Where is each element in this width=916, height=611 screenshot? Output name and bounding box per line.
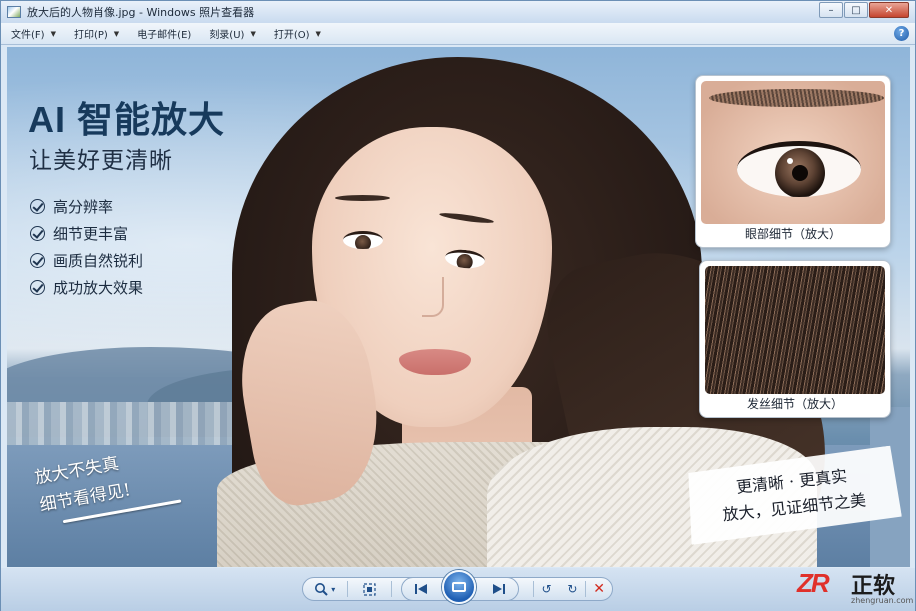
check-circle-icon — [30, 280, 45, 295]
zoom-eyebrow — [709, 89, 884, 107]
rotate-counterclockwise-button[interactable]: ↺ — [534, 578, 560, 600]
eye-detail-image — [701, 81, 885, 224]
hair-detail-caption: 发丝细节（放大） — [746, 397, 843, 411]
maximize-button[interactable]: □ — [844, 2, 868, 18]
next-icon — [493, 584, 505, 594]
menu-email-label: 电子邮件(E) — [137, 30, 192, 41]
actual-size-button[interactable] — [348, 578, 392, 600]
menu-print-label: 打印(P) — [73, 30, 108, 41]
menu-bar: 文件(F) ▼ 打印(P) ▼ 电子邮件(E) 刻录(U) ▼ 打开(O) ▼ … — [1, 23, 915, 45]
slideshow-icon — [452, 582, 466, 592]
poster-subheadline: 让美好更清晰 — [29, 148, 173, 174]
hair-detail-card: 发丝细节（放大） — [699, 260, 891, 418]
feature-label: 细节更丰富 — [53, 225, 129, 243]
zoom-eye — [737, 141, 861, 197]
eye-detail-card: 眼部细节（放大） — [695, 75, 891, 248]
feature-list: 高分辨率 细节更丰富 画质自然锐利 成功放大效果 — [30, 193, 143, 301]
brand-logo: ZR — [797, 568, 830, 598]
next-button[interactable] — [480, 578, 518, 600]
photo-canvas[interactable]: AI 智能放大 让美好更清晰 高分辨率 细节更丰富 画质自然锐利 成功放大效果 … — [7, 47, 910, 567]
feature-label: 画质自然锐利 — [53, 252, 144, 270]
window-controls: – □ ✕ — [818, 2, 909, 18]
zoom-button[interactable]: ▾ — [303, 578, 347, 600]
chevron-down-icon: ▾ — [331, 584, 336, 594]
delete-button[interactable]: ✕ — [586, 578, 612, 600]
slideshow-button[interactable] — [442, 570, 476, 604]
check-circle-icon — [30, 253, 45, 268]
chevron-down-icon: ▼ — [250, 29, 256, 38]
bottom-toolbar: ▾ ↺ ↻ ✕ — [1, 568, 915, 611]
toolbar-separator — [391, 581, 393, 597]
poster-headline: AI 智能放大 — [28, 99, 226, 140]
hair-detail-image — [705, 266, 885, 394]
feature-label: 成功放大效果 — [53, 279, 144, 297]
window-title: 放大后的人物肖像.jpg - Windows 照片查看器 — [27, 6, 255, 19]
magnifier-icon — [315, 583, 328, 596]
menu-open[interactable]: 打开(O) ▼ — [264, 23, 329, 45]
zoom-iris — [775, 148, 825, 197]
check-circle-icon — [30, 199, 45, 214]
menu-email[interactable]: 电子邮件(E) — [127, 23, 199, 45]
previous-icon — [415, 584, 427, 594]
check-circle-icon — [30, 226, 45, 241]
portrait-nose — [422, 277, 444, 317]
portrait-eye — [343, 231, 383, 249]
chevron-down-icon: ▼ — [113, 29, 120, 38]
chevron-down-icon: ▼ — [50, 29, 56, 38]
menu-file[interactable]: 文件(F) ▼ — [1, 23, 64, 45]
photo-viewer-window: 放大后的人物肖像.jpg - Windows 照片查看器 – □ ✕ 文件(F)… — [0, 0, 916, 611]
title-bar[interactable]: 放大后的人物肖像.jpg - Windows 照片查看器 – □ ✕ — [1, 1, 915, 23]
menu-open-label: 打开(O) — [273, 30, 310, 41]
menu-burn-label: 刻录(U) — [209, 30, 245, 41]
menu-file-label: 文件(F) — [11, 30, 45, 41]
menu-burn[interactable]: 刻录(U) ▼ — [199, 23, 264, 45]
menu-print[interactable]: 打印(P) ▼ — [64, 23, 127, 45]
rotate-clockwise-button[interactable]: ↻ — [560, 578, 586, 600]
actual-size-icon — [363, 582, 376, 596]
brand-watermark: ZR 正软 zhengruan.com — [789, 566, 914, 610]
close-button[interactable]: ✕ — [869, 2, 909, 18]
feature-item: 画质自然锐利 — [30, 247, 143, 274]
eye-detail-caption: 眼部细节（放大） — [744, 227, 841, 241]
help-icon[interactable]: ? — [894, 26, 909, 41]
chevron-down-icon: ▼ — [315, 29, 321, 38]
feature-label: 高分辨率 — [53, 198, 114, 216]
feature-item: 细节更丰富 — [30, 220, 143, 247]
feature-item: 成功放大效果 — [30, 274, 143, 301]
portrait-eyebrow — [335, 195, 390, 201]
photo-viewer-app-icon — [7, 6, 21, 18]
feature-item: 高分辨率 — [30, 193, 143, 220]
previous-button[interactable] — [402, 578, 440, 600]
brand-url: zhengruan.com — [851, 596, 914, 605]
minimize-button[interactable]: – — [819, 2, 843, 18]
